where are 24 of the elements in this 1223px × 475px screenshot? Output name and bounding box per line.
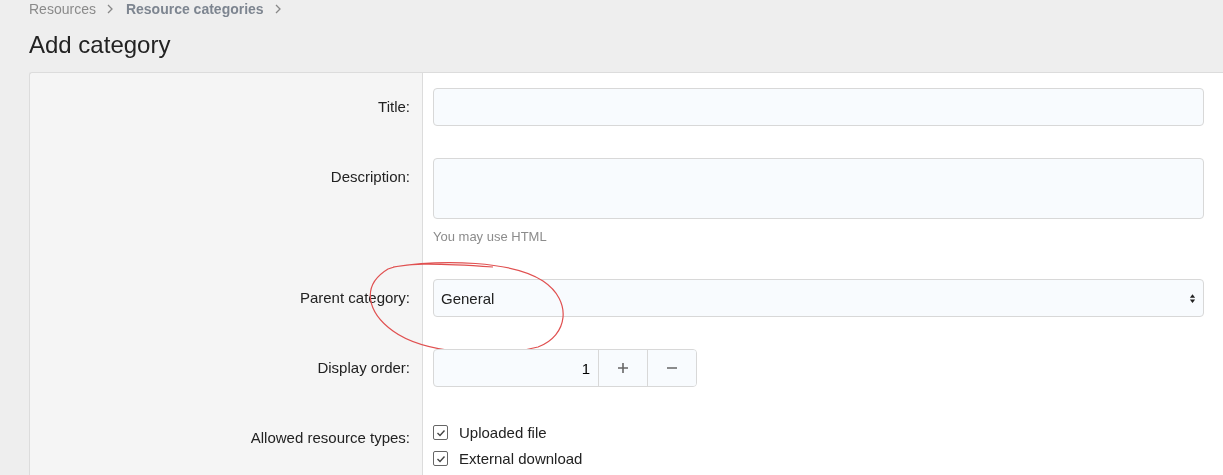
chevron-icon (273, 4, 282, 14)
sort-caret-icon (1189, 292, 1196, 304)
decrement-button[interactable] (647, 350, 696, 386)
checkbox[interactable] (433, 425, 448, 440)
checkbox[interactable] (433, 451, 448, 466)
checkmark-icon (435, 453, 446, 464)
field-label: Title: (378, 98, 410, 115)
number-field[interactable]: 1 (434, 350, 598, 386)
field-label: Parent category: (299, 289, 410, 306)
plus-icon (617, 362, 629, 374)
field-label: Allowed resource types: (250, 429, 410, 446)
title-field[interactable] (433, 88, 1204, 126)
description-field[interactable] (433, 158, 1204, 219)
field-label: Display order: (317, 359, 410, 376)
checkmark-icon (435, 427, 446, 438)
field-label: Description: (330, 168, 410, 185)
display-order-spinner[interactable]: 1 (433, 349, 697, 387)
minus-icon (666, 367, 678, 369)
checkbox-label: Uploaded file (459, 424, 547, 441)
page-title: Add category (29, 31, 172, 59)
hint-text: You may use HTML (433, 229, 548, 244)
checkbox-label: External download (459, 450, 583, 467)
chevron-icon (105, 4, 114, 14)
parent-category-select[interactable]: General (433, 279, 1204, 317)
